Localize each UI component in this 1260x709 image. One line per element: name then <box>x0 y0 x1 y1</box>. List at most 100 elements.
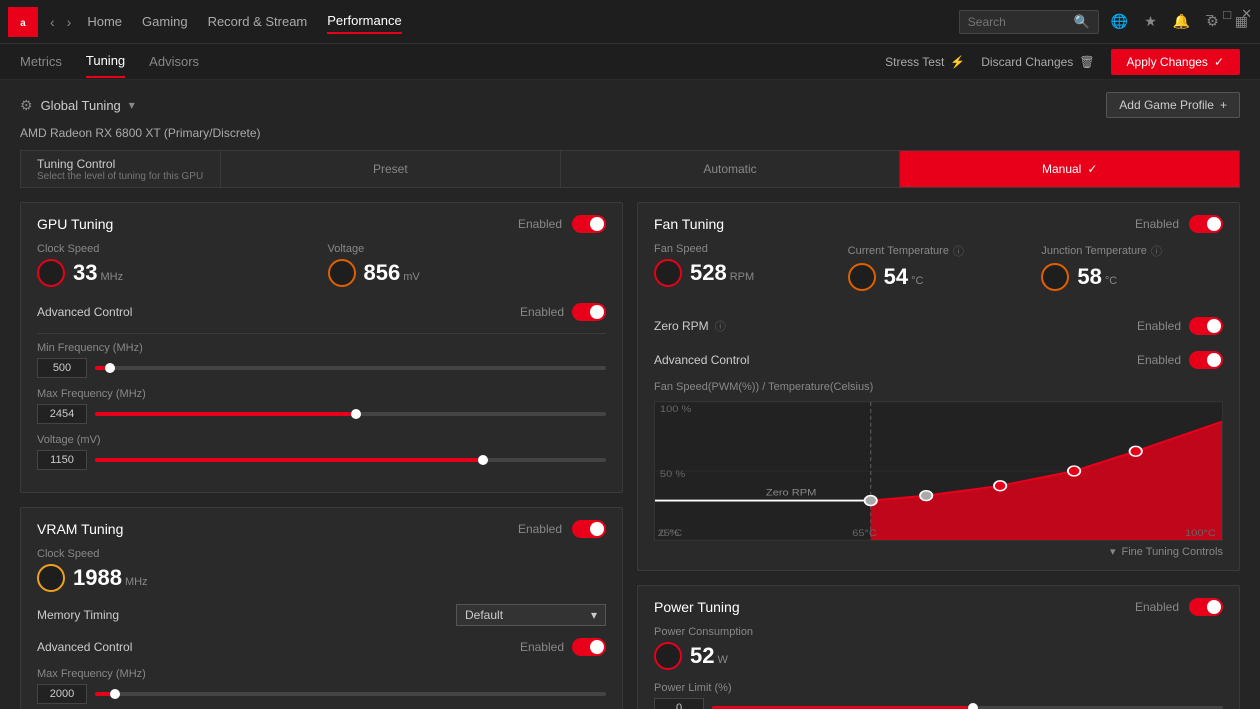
gpu-advanced-toggle-track[interactable] <box>572 303 606 321</box>
tab-advisors[interactable]: Advisors <box>149 46 199 77</box>
fan-speed-label: Fan Speed <box>654 243 836 255</box>
nav-home[interactable]: Home <box>87 10 122 33</box>
nav-record-stream[interactable]: Record & Stream <box>208 10 308 33</box>
max-freq-slider[interactable] <box>95 412 606 416</box>
vram-tuning-toggle[interactable] <box>572 520 606 538</box>
junction-temp-info-icon[interactable]: ⓘ <box>1151 243 1162 259</box>
global-tuning-label: Global Tuning <box>41 98 121 113</box>
zero-rpm-info-icon[interactable]: ⓘ <box>715 318 726 334</box>
maximize-icon[interactable]: □ <box>1223 7 1231 22</box>
gpu-advanced-toggle[interactable] <box>572 303 606 321</box>
power-unit: W <box>717 654 727 666</box>
fan-tuning-toggle-track[interactable] <box>1189 215 1223 233</box>
gpu-tuning-panel: GPU Tuning Enabled Clock Speed <box>20 202 623 493</box>
tuning-mode-preset[interactable]: Preset <box>221 151 561 187</box>
tab-tuning[interactable]: Tuning <box>86 45 125 78</box>
zero-rpm-enabled-label: Enabled <box>1137 319 1181 333</box>
zero-rpm-right: Enabled <box>1137 317 1223 335</box>
junction-temp-num: 58 <box>1077 264 1101 290</box>
power-tuning-header: Power Tuning Enabled <box>654 598 1223 616</box>
bell-button[interactable]: 🔔 <box>1169 9 1194 34</box>
zero-rpm-label: Zero RPM <box>654 319 709 333</box>
global-tuning-row: ⚙ Global Tuning ▾ Add Game Profile + <box>20 92 1240 118</box>
voltage-unit: mV <box>403 271 420 283</box>
search-input[interactable] <box>968 15 1074 29</box>
vram-clock-value-row: 1988 MHz <box>37 564 606 592</box>
current-temp-info-icon[interactable]: ⓘ <box>953 243 964 259</box>
junction-temp-block: Junction Temperature ⓘ 58 °C <box>1041 243 1223 303</box>
apply-button[interactable]: Apply Changes ✓ <box>1111 49 1240 75</box>
fan-chart[interactable]: 100 % 50 % 0 % Zero RPM 65°C 100°C 25°C <box>654 401 1223 541</box>
power-tuning-toggle-track[interactable] <box>1189 598 1223 616</box>
apply-check-icon: ✓ <box>1214 55 1224 69</box>
min-freq-value-box: 500 <box>37 358 87 378</box>
svg-text:100°C: 100°C <box>1185 529 1216 539</box>
forward-button[interactable]: › <box>63 12 76 32</box>
vram-advanced-toggle[interactable] <box>572 638 606 656</box>
left-column: GPU Tuning Enabled Clock Speed <box>20 202 623 709</box>
search-icon: 🔍 <box>1074 14 1090 30</box>
globe-button[interactable]: 🌐 <box>1107 9 1132 34</box>
tuning-control-title: Tuning Control <box>37 157 204 171</box>
tuning-control-label-section: Tuning Control Select the level of tunin… <box>21 151 221 187</box>
vram-clock-display: 1988 MHz <box>73 565 148 591</box>
svg-text:25°C: 25°C <box>657 529 682 539</box>
nav-performance[interactable]: Performance <box>327 9 401 34</box>
power-enabled-label: Enabled <box>1135 600 1179 614</box>
voltage-slider[interactable] <box>95 458 606 462</box>
fan-tuning-toggle[interactable] <box>1189 215 1223 233</box>
max-freq-value-box: 2454 <box>37 404 87 424</box>
global-tuning-dropdown-arrow[interactable]: ▾ <box>129 98 135 112</box>
power-num: 52 <box>690 643 714 669</box>
gpu-stats-row: Clock Speed 33 MHz Voltage <box>37 243 606 299</box>
tuning-control-subtitle: Select the level of tuning for this GPU <box>37 171 204 182</box>
fan-speed-unit: RPM <box>730 271 754 283</box>
stress-test-button[interactable]: Stress Test ⚡ <box>885 55 965 69</box>
gpu-tuning-header: GPU Tuning Enabled <box>37 215 606 233</box>
power-limit-value-box: 0 <box>654 698 704 709</box>
vram-advanced-toggle-track[interactable] <box>572 638 606 656</box>
sub-nav: Metrics Tuning Advisors Stress Test ⚡ Di… <box>0 44 1260 80</box>
zero-rpm-toggle[interactable] <box>1189 317 1223 335</box>
fan-advanced-toggle-track[interactable] <box>1189 351 1223 369</box>
memory-timing-dropdown[interactable]: Default ▾ <box>456 604 606 626</box>
current-temp-display: 54 °C <box>884 264 924 290</box>
stress-test-icon: ⚡ <box>950 55 965 69</box>
close-icon[interactable]: ✕ <box>1241 6 1252 22</box>
tuning-mode-manual[interactable]: Manual ✓ <box>900 151 1239 187</box>
nav-gaming[interactable]: Gaming <box>142 10 188 33</box>
zero-rpm-toggle-track[interactable] <box>1189 317 1223 335</box>
add-game-profile-button[interactable]: Add Game Profile + <box>1106 92 1240 118</box>
power-display: 52 W <box>690 643 728 669</box>
vram-tuning-header-right: Enabled <box>518 520 606 538</box>
current-temp-block: Current Temperature ⓘ 54 °C <box>848 243 1030 303</box>
star-button[interactable]: ★ <box>1140 9 1161 34</box>
vram-tuning-toggle-track[interactable] <box>572 520 606 538</box>
svg-text:a: a <box>20 17 26 28</box>
clock-speed-num: 33 <box>73 260 97 286</box>
clock-speed-label: Clock Speed <box>37 243 316 255</box>
fan-speed-num: 528 <box>690 260 727 286</box>
power-tuning-toggle[interactable] <box>1189 598 1223 616</box>
power-limit-slider-row: 0 <box>654 698 1223 709</box>
vram-max-freq-slider[interactable] <box>95 692 606 696</box>
minimize-icon[interactable]: – <box>1206 7 1213 22</box>
voltage-mv-label: Voltage (mV) <box>37 434 606 446</box>
gpu-tuning-toggle-track[interactable] <box>572 215 606 233</box>
tuning-mode-automatic[interactable]: Automatic <box>561 151 901 187</box>
fine-tuning-row[interactable]: ▾ Fine Tuning Controls <box>654 545 1223 558</box>
fan-advanced-toggle[interactable] <box>1189 351 1223 369</box>
gpu-tuning-title: GPU Tuning <box>37 216 113 232</box>
min-freq-slider[interactable] <box>95 366 606 370</box>
power-tuning-header-right: Enabled <box>1135 598 1223 616</box>
dropdown-chevron: ▾ <box>591 608 597 622</box>
search-box[interactable]: 🔍 <box>959 10 1099 34</box>
back-button[interactable]: ‹ <box>46 12 59 32</box>
vram-clock-dial <box>37 564 65 592</box>
gpu-tuning-toggle[interactable] <box>572 215 606 233</box>
power-consumption-label: Power Consumption <box>654 626 1223 638</box>
fan-stats-row: Fan Speed 528 RPM Current Temperature <box>654 243 1223 303</box>
discard-button[interactable]: Discard Changes 🗑 <box>981 55 1094 69</box>
tab-metrics[interactable]: Metrics <box>20 46 62 77</box>
add-game-profile-label: Add Game Profile <box>1119 98 1214 112</box>
